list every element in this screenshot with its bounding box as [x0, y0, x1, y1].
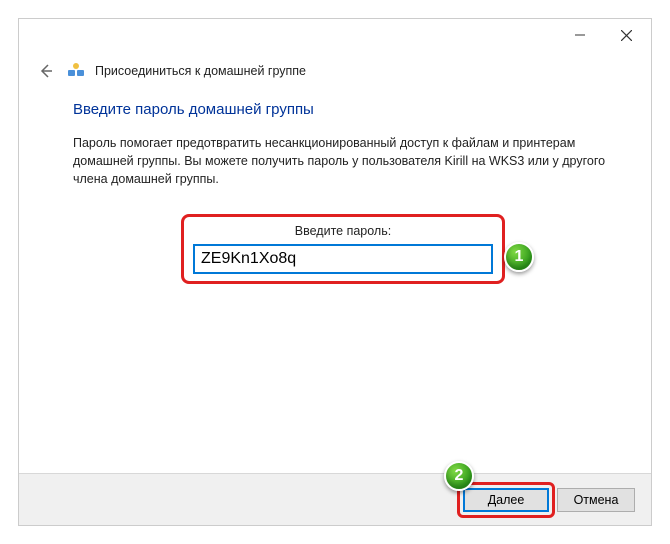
description-text: Пароль помогает предотвратить несанкцион… — [73, 134, 615, 188]
content-area: Введите пароль домашней группы Пароль по… — [19, 87, 651, 274]
cancel-button[interactable]: Отмена — [557, 488, 635, 512]
page-heading: Введите пароль домашней группы — [73, 101, 615, 118]
close-button[interactable] — [603, 20, 649, 50]
password-label: Введите пароль: — [193, 224, 493, 238]
next-button[interactable]: Далее — [463, 488, 549, 512]
titlebar — [19, 19, 651, 51]
password-input[interactable] — [193, 244, 493, 274]
window-title: Присоединиться к домашней группе — [95, 64, 306, 78]
homegroup-icon — [67, 62, 85, 80]
next-button-wrap: Далее — [463, 488, 549, 512]
footer-bar: Далее Отмена — [19, 473, 651, 525]
annotation-marker-1: 1 — [504, 242, 534, 272]
dialog-window: Присоединиться к домашней группе Введите… — [18, 18, 652, 526]
password-section: Введите пароль: — [193, 224, 493, 274]
back-button[interactable] — [33, 59, 57, 83]
annotation-marker-2: 2 — [444, 461, 474, 491]
header: Присоединиться к домашней группе — [19, 51, 651, 87]
minimize-button[interactable] — [557, 20, 603, 50]
